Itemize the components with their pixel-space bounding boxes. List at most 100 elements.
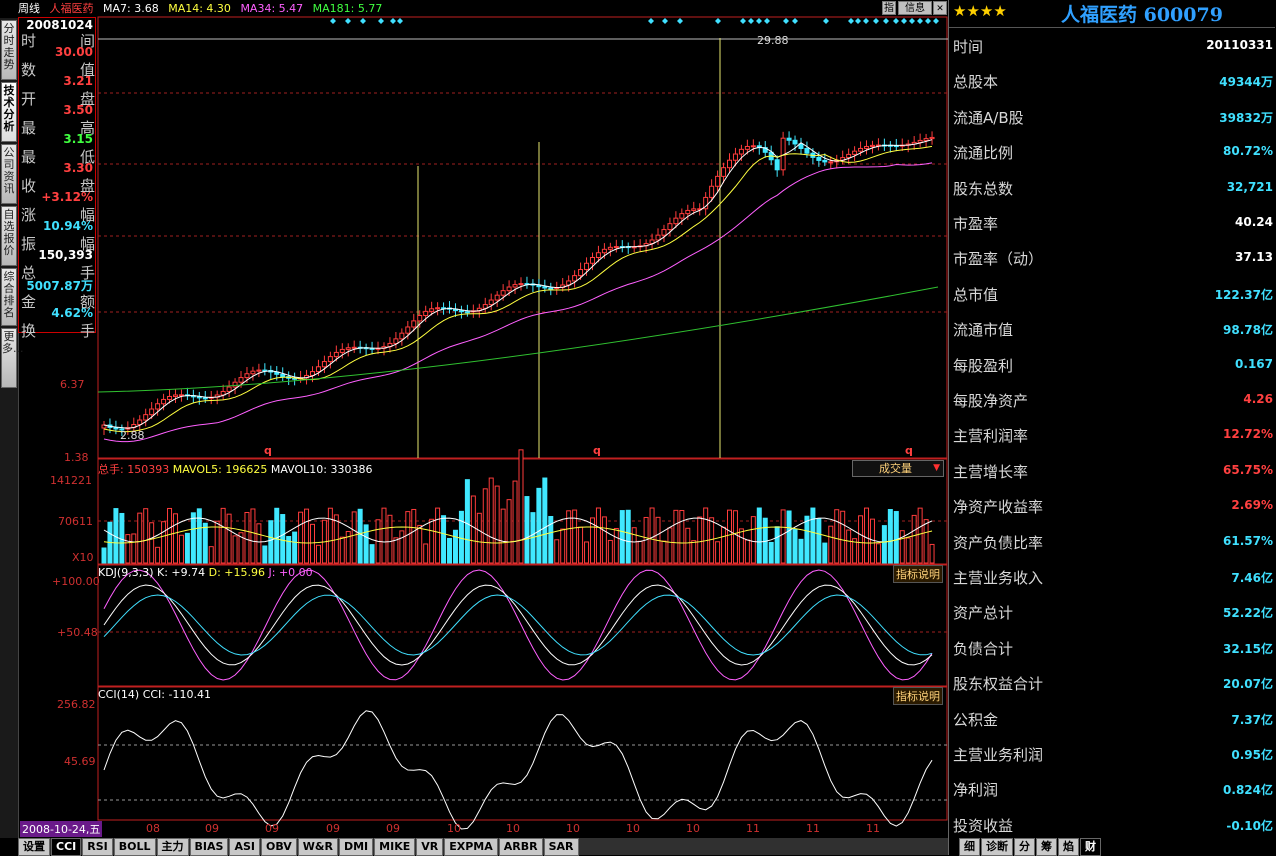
fin-value: 32,721 <box>1226 179 1273 194</box>
event-diamond <box>764 18 770 24</box>
candle-body <box>613 246 619 249</box>
candle-body <box>828 161 834 164</box>
candle-body <box>417 315 423 322</box>
indicator-tab-10[interactable]: MIKE <box>374 838 416 856</box>
x-month-label: 11 <box>866 822 880 835</box>
volume-bar <box>834 509 840 564</box>
fin-label: 流通比例 <box>953 144 1014 163</box>
left-tab-4[interactable]: 综合排名 <box>1 268 17 326</box>
fin-label: 总市值 <box>953 285 999 304</box>
volume-bar <box>494 485 500 564</box>
left-tab-0[interactable]: 分时走势 <box>1 20 17 80</box>
volume-bar <box>828 525 834 564</box>
volume-bar <box>887 509 893 564</box>
label-right: 手 <box>79 322 95 340</box>
q-marker: q <box>593 444 601 457</box>
candle-body <box>399 332 405 340</box>
indicator-tab-4[interactable]: 主力 <box>156 838 189 856</box>
candle-body <box>429 308 435 312</box>
indicator-tab-13[interactable]: ARBR <box>498 838 543 856</box>
kdj-header: KDJ(9,3,3) K: +9.74 D: +15.96 J: +0.00 <box>98 566 313 579</box>
volume-bar <box>244 511 250 564</box>
volume-bar <box>268 520 274 564</box>
volume-bar <box>619 510 625 564</box>
indicator-tab-1[interactable]: CCI <box>51 838 82 856</box>
left-tab-5[interactable]: 更多... <box>1 328 24 388</box>
indicator-tab-8[interactable]: W&R <box>297 838 338 856</box>
x-month-label: 10 <box>447 822 461 835</box>
indicator-tab-2[interactable]: RSI <box>82 838 113 856</box>
candle-body <box>858 147 864 152</box>
cci-info-button[interactable]: 指标说明 <box>893 687 943 705</box>
volume-bar <box>476 512 482 564</box>
candle-body <box>518 283 524 286</box>
indicator-tab-12[interactable]: EXPMA <box>444 838 498 856</box>
candle-body <box>786 137 792 141</box>
indicator-tab-7[interactable]: OBV <box>260 838 297 856</box>
indicator-tab-9[interactable]: DMI <box>338 838 374 856</box>
candle-body <box>506 286 512 292</box>
high-marker: 29.88 <box>757 34 789 47</box>
left-tab-2[interactable]: 公司资讯 <box>1 144 17 204</box>
volume-bar <box>601 516 607 564</box>
indicator-tab-0[interactable]: 设置 <box>18 838 50 856</box>
candle-body <box>923 138 929 141</box>
volume-bar <box>447 537 453 564</box>
kdj-d-line <box>103 594 933 656</box>
volume-bar <box>304 508 310 564</box>
ma7-line <box>103 139 933 429</box>
fin-label: 公积金 <box>953 710 999 729</box>
candle-body <box>333 351 339 358</box>
candle-body <box>423 310 429 317</box>
q-marker: q <box>264 444 272 457</box>
volume-axis-label: X10 <box>72 551 94 564</box>
indicator-tab-14[interactable]: SAR <box>543 838 579 856</box>
candle-body <box>256 369 262 372</box>
volume-bar <box>709 517 715 564</box>
candle-body <box>321 361 327 368</box>
left-tab-3[interactable]: 自选报价 <box>1 206 17 266</box>
left-tab-1[interactable]: 技术分析 <box>1 82 17 142</box>
volume-bar <box>292 531 298 564</box>
volume-bar <box>685 527 691 564</box>
label-left: 数 <box>21 61 37 79</box>
volume-bar <box>143 508 149 564</box>
volume-axis-label: 70611 <box>58 515 93 528</box>
fin-value: 20110331 <box>1206 38 1273 52</box>
volume-bar <box>822 542 828 564</box>
candle-body <box>655 234 661 241</box>
event-diamond <box>925 18 931 24</box>
volume-bar <box>429 518 435 564</box>
fin-value: 122.37亿 <box>1214 287 1273 302</box>
fin-row: 时间 20110331 <box>951 28 1273 63</box>
candle-body <box>774 159 780 171</box>
volume-bar <box>327 507 333 564</box>
fin-row: 总市值 122.37亿 <box>951 276 1273 311</box>
fin-value: 40.24 <box>1235 215 1273 229</box>
indicator-tab-5[interactable]: BIAS <box>189 838 229 856</box>
indicator-dropdown[interactable]: 成交量 ▼ <box>852 460 944 477</box>
fin-row: 净资产收益率 2.69% <box>951 488 1273 523</box>
volume-bar <box>595 507 601 564</box>
fin-row: 主营业务利润 0.95亿 <box>951 736 1273 771</box>
fin-label: 投资收益 <box>953 816 1014 835</box>
label-left: 最 <box>21 119 37 137</box>
event-diamond <box>893 18 899 24</box>
candle-body <box>822 159 828 163</box>
label-left: 振 <box>21 235 37 253</box>
label-left: 最 <box>21 148 37 166</box>
kdj-info-button[interactable]: 指标说明 <box>893 565 943 583</box>
volume-bar <box>250 508 256 564</box>
volume-bar <box>929 543 935 564</box>
indicator-tab-6[interactable]: ASI <box>229 838 260 856</box>
volume-bar <box>500 508 506 564</box>
candle-body <box>667 223 673 231</box>
rating-stars: ★★★★ <box>953 2 1007 20</box>
fin-value: 2.69% <box>1231 498 1273 513</box>
indicator-tab-11[interactable]: VR <box>416 838 444 856</box>
fin-value: -0.10亿 <box>1226 818 1273 833</box>
volume-bar <box>786 510 792 564</box>
volume-bar <box>506 499 512 564</box>
indicator-tab-3[interactable]: BOLL <box>113 838 156 856</box>
event-diamond <box>917 18 923 24</box>
